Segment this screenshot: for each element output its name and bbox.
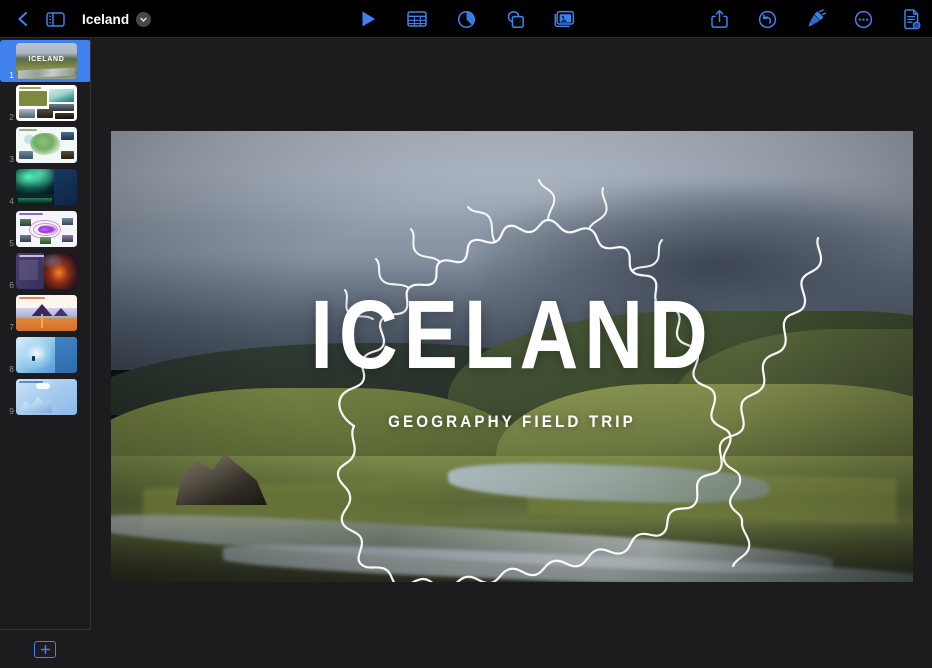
thumbnail-photo — [19, 151, 33, 159]
thumbnail-photo — [37, 109, 53, 118]
slide-thumbnail-image — [16, 253, 77, 289]
photo-stack-icon[interactable] — [551, 6, 577, 32]
slide-canvas[interactable]: ICELAND GEOGRAPHY FIELD TRIP — [91, 38, 932, 668]
slide-thumbnail-6[interactable]: 6 — [0, 250, 91, 292]
thumbnail-map — [30, 133, 60, 155]
slide-thumbnail-image — [16, 211, 77, 247]
thumbnail-heading — [19, 129, 37, 131]
slide-number: 2 — [9, 112, 14, 122]
slide-navigator[interactable]: 1 ICELAND 2 3 4 5 6 7 8 9 — [0, 38, 91, 668]
add-slide-area — [0, 630, 90, 668]
thumbnail-cloud — [36, 383, 50, 389]
thumbnail-heading — [19, 213, 43, 215]
slide-number: 3 — [9, 154, 14, 164]
thumbnail-photo — [62, 235, 73, 242]
slide-thumbnail-5[interactable]: 5 — [0, 208, 91, 250]
document-title[interactable]: Iceland — [82, 12, 129, 27]
thumbnail-iceberg — [18, 396, 52, 413]
slide-thumbnail-2[interactable]: 2 — [0, 82, 91, 124]
slide-thumbnail-1[interactable]: 1 ICELAND — [0, 40, 91, 82]
slide-thumbnail-7[interactable]: 7 — [0, 292, 91, 334]
thumbnail-photo — [62, 218, 73, 225]
thumbnail-photo — [61, 151, 74, 159]
slide-thumbnail-4[interactable]: 4 — [0, 166, 91, 208]
slide-number: 6 — [9, 280, 14, 290]
share-up-arrow-icon[interactable] — [706, 6, 732, 32]
thumbnail-reflection — [18, 198, 52, 204]
slide-number: 7 — [9, 322, 14, 332]
paintbrush-icon[interactable] — [802, 6, 828, 32]
slide-editor-surface[interactable]: ICELAND GEOGRAPHY FIELD TRIP — [111, 131, 913, 582]
thumbnail-river — [18, 67, 75, 79]
add-slide-button[interactable] — [34, 640, 56, 658]
slide-number: 4 — [9, 196, 14, 206]
pie-chart-icon[interactable] — [453, 6, 479, 32]
thumbnail-heading — [19, 255, 45, 257]
keynote-app: Iceland 1 ICELAND 2 3 4 5 6 7 8 9 ICELAN… — [0, 0, 932, 668]
sidebar-panel-icon[interactable] — [42, 6, 68, 32]
thumbnail-figure — [32, 356, 35, 361]
back-button[interactable] — [10, 6, 36, 32]
toolbar-left-group: Iceland — [0, 6, 152, 32]
toolbar-right-group — [706, 0, 924, 38]
slide-thumbnail-image — [16, 337, 77, 373]
thumbnail-textpanel — [54, 169, 77, 205]
thumbnail-heading — [19, 297, 45, 299]
slide-thumbnail-image — [16, 295, 77, 331]
thumbnail-ground — [16, 318, 77, 331]
thumbnail-smoke — [42, 254, 62, 268]
thumbnail-title: ICELAND — [28, 56, 65, 63]
slide-thumbnail-list: 1 ICELAND 2 3 4 5 6 7 8 9 — [0, 38, 91, 418]
slide-number: 8 — [9, 364, 14, 374]
plus-icon — [40, 644, 50, 654]
thumbnail-aurora — [16, 169, 56, 196]
slide-number: 9 — [9, 406, 14, 416]
thumbnail-photo — [20, 219, 31, 226]
ellipsis-circle-icon[interactable] — [850, 6, 876, 32]
thumbnail-photo — [49, 89, 74, 102]
slide-title[interactable]: ICELAND — [175, 286, 849, 383]
thumbnail-heading — [19, 87, 41, 89]
document-icon[interactable] — [898, 6, 924, 32]
top-toolbar: Iceland — [0, 0, 932, 38]
thumbnail-photo — [40, 237, 51, 244]
thumbnail-textbox — [19, 91, 47, 106]
thumbnail-textbox — [19, 260, 38, 280]
thumbnail-photo — [19, 109, 35, 118]
thumbnail-photo — [61, 132, 74, 140]
table-grid-icon[interactable] — [404, 6, 430, 32]
slide-subtitle[interactable]: GEOGRAPHY FIELD TRIP — [143, 413, 881, 432]
slide-thumbnail-image — [16, 169, 77, 205]
slide-thumbnail-image: ICELAND — [16, 43, 77, 79]
slide-thumbnail-image — [16, 127, 77, 163]
thumbnail-textpanel — [55, 337, 77, 373]
slide-thumbnail-image — [16, 379, 77, 415]
slide-number: 5 — [9, 238, 14, 248]
thumbnail-core — [38, 225, 57, 234]
slide-thumbnail-8[interactable]: 8 — [0, 334, 91, 376]
thumbnail-magma-vent — [41, 314, 43, 328]
slide-thumbnail-9[interactable]: 9 — [0, 376, 91, 418]
thumbnail-photo — [20, 235, 31, 242]
undo-arrow-icon[interactable] — [754, 6, 780, 32]
slide-thumbnail-image — [16, 85, 77, 121]
slide-thumbnail-3[interactable]: 3 — [0, 124, 91, 166]
chevron-down-icon[interactable] — [136, 11, 152, 27]
play-triangle-icon[interactable] — [355, 6, 381, 32]
thumbnail-ice-cave — [18, 340, 52, 370]
slide-number: 1 — [9, 70, 14, 80]
thumbnail-photo — [55, 113, 74, 119]
shapes-overlap-icon[interactable] — [502, 6, 528, 32]
